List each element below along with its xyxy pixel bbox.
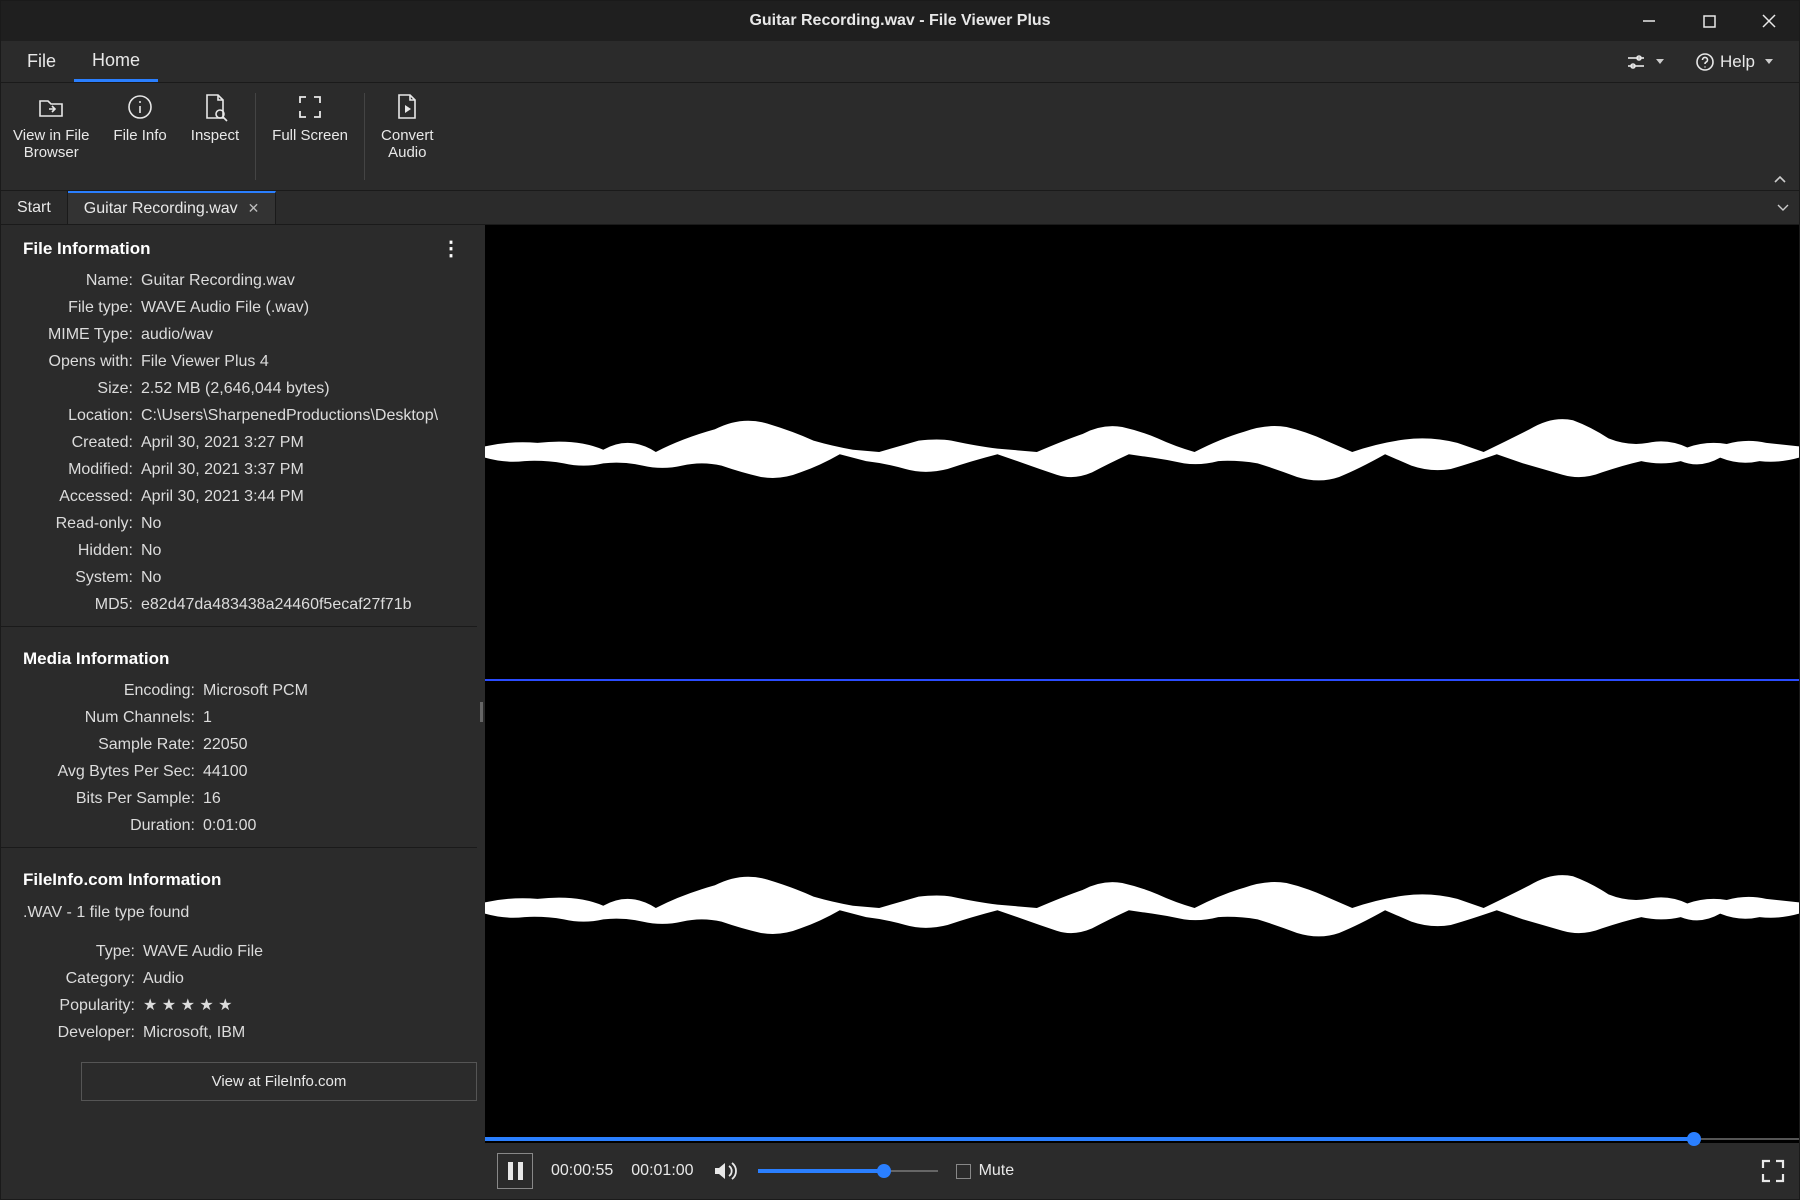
current-time: 00:00:55 — [551, 1162, 613, 1180]
waveform-top-icon — [485, 225, 1799, 679]
inspect-button[interactable]: Inspect — [179, 83, 251, 190]
panel-menu-button[interactable]: ⋮ — [441, 245, 461, 253]
app-window: Guitar Recording.wav - File Viewer Plus … — [0, 0, 1800, 1200]
view-fileinfo-button[interactable]: View at FileInfo.com — [81, 1062, 477, 1101]
tab-start[interactable]: Start — [1, 191, 68, 224]
ribbon: View in File Browser File Info Inspect F… — [1, 83, 1799, 191]
chevron-down-icon — [1777, 204, 1789, 212]
close-icon — [1762, 14, 1776, 28]
maximize-icon — [1703, 15, 1716, 28]
waveform-channel-top — [485, 225, 1799, 679]
document-search-icon — [202, 92, 228, 122]
play-pause-button[interactable] — [497, 1153, 533, 1189]
media-info-header: Media Information — [1, 635, 477, 677]
speaker-icon — [712, 1159, 740, 1183]
tab-close-icon[interactable]: ✕ — [248, 200, 260, 217]
maximize-button[interactable] — [1679, 1, 1739, 41]
tab-current[interactable]: Guitar Recording.wav ✕ — [68, 191, 277, 224]
total-time: 00:01:00 — [631, 1162, 693, 1180]
full-screen-button[interactable]: Full Screen — [260, 83, 360, 190]
document-tabs: Start Guitar Recording.wav ✕ — [1, 191, 1799, 225]
content: File Information ⋮ Name:Guitar Recording… — [1, 225, 1799, 1199]
fullscreen-button[interactable] — [1759, 1157, 1787, 1185]
info-icon — [127, 94, 153, 120]
menu-home[interactable]: Home — [74, 41, 158, 82]
ribbon-collapse-button[interactable] — [1773, 174, 1787, 184]
folder-arrow-icon — [37, 95, 65, 119]
player-controls: 00:00:55 00:01:00 Mute — [485, 1143, 1799, 1199]
tabs-overflow-button[interactable] — [1777, 191, 1789, 224]
window-controls — [1619, 1, 1799, 41]
view-in-browser-button[interactable]: View in File Browser — [1, 83, 101, 190]
minimize-icon — [1642, 14, 1656, 28]
close-button[interactable] — [1739, 1, 1799, 41]
file-info-button[interactable]: File Info — [101, 83, 178, 190]
mute-checkbox[interactable]: Mute — [956, 1162, 1015, 1180]
help-icon — [1696, 53, 1714, 71]
waveform-bottom-icon — [485, 681, 1799, 1135]
sliders-icon — [1626, 54, 1646, 70]
checkbox-icon — [956, 1164, 971, 1179]
chevron-up-icon — [1773, 174, 1787, 184]
pause-icon — [508, 1162, 523, 1180]
viewer: 00:00:55 00:01:00 Mute — [485, 225, 1799, 1199]
window-title: Guitar Recording.wav - File Viewer Plus — [181, 12, 1619, 30]
file-info-header: File Information ⋮ — [1, 225, 477, 267]
fullscreen-icon — [297, 94, 323, 120]
menubar: File Home Help — [1, 41, 1799, 83]
ribbon-separator — [364, 93, 365, 180]
progress-bar[interactable] — [485, 1135, 1799, 1143]
document-play-icon — [395, 92, 419, 122]
menu-file[interactable]: File — [9, 41, 74, 82]
convert-audio-button[interactable]: Convert Audio — [369, 83, 446, 190]
minimize-button[interactable] — [1619, 1, 1679, 41]
volume-slider[interactable] — [758, 1168, 938, 1174]
waveform-channel-bottom — [485, 681, 1799, 1135]
expand-icon — [1759, 1157, 1787, 1185]
help-label: Help — [1720, 52, 1755, 72]
titlebar: Guitar Recording.wav - File Viewer Plus — [1, 1, 1799, 41]
fileinfo-header: FileInfo.com Information — [1, 856, 477, 898]
ribbon-separator — [255, 93, 256, 180]
volume-button[interactable] — [712, 1159, 740, 1183]
splitter[interactable] — [477, 225, 485, 1199]
help-button[interactable]: Help — [1690, 48, 1779, 76]
waveform-area[interactable] — [485, 225, 1799, 1135]
sidebar: File Information ⋮ Name:Guitar Recording… — [1, 225, 477, 1199]
fileinfo-summary: .WAV - 1 file type found — [1, 898, 477, 928]
settings-button[interactable] — [1620, 50, 1670, 74]
